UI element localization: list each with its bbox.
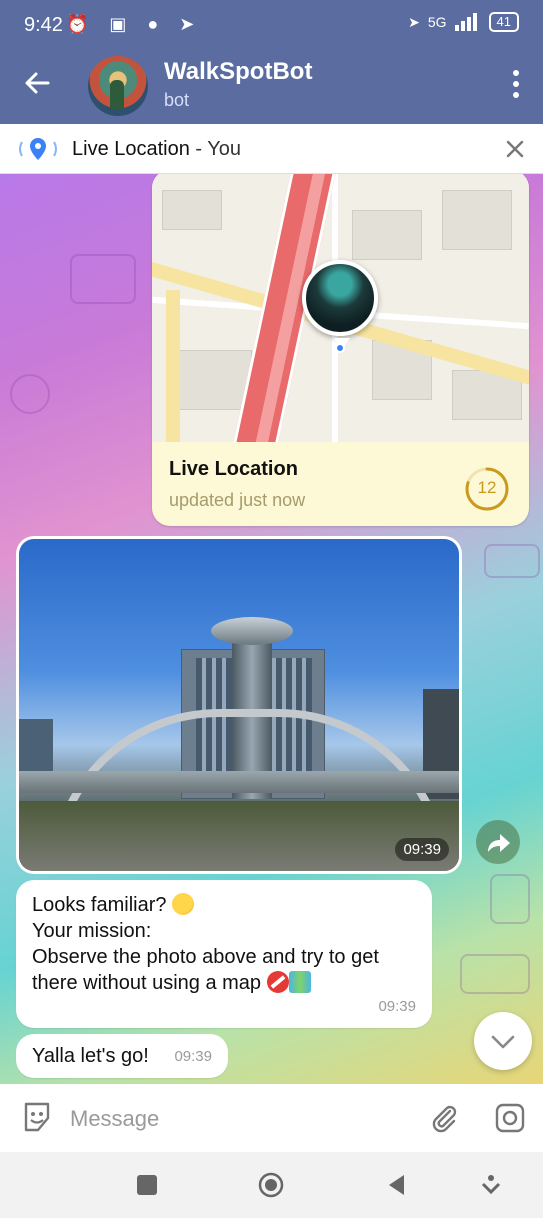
message-composer bbox=[0, 1084, 543, 1152]
incoming-message[interactable]: Yalla let's go! 09:39 bbox=[16, 1034, 228, 1078]
app-header: 9:42 ⏰ ▣ ● ➤ ➤ 5G 41 WalkSpotBot bot bbox=[0, 0, 543, 124]
live-location-card-title: Live Location bbox=[169, 458, 298, 480]
location-dot-icon bbox=[335, 343, 345, 353]
live-location-who: You bbox=[207, 138, 242, 160]
map-preview[interactable] bbox=[152, 174, 529, 442]
background-doodle bbox=[484, 544, 540, 578]
attach-icon[interactable] bbox=[428, 1102, 460, 1134]
chevron-down-icon bbox=[491, 1035, 515, 1049]
message-time: 09:39 bbox=[174, 1048, 212, 1065]
sticker-icon[interactable] bbox=[20, 1100, 54, 1134]
background-doodle bbox=[460, 954, 530, 994]
arrow-left-icon[interactable] bbox=[22, 68, 52, 98]
background-doodle bbox=[10, 374, 50, 414]
more-vert-icon[interactable] bbox=[511, 70, 521, 98]
chat-title[interactable]: WalkSpotBot bbox=[164, 58, 312, 86]
live-location-title: Live Location bbox=[72, 138, 190, 160]
keyboard-hide-icon[interactable] bbox=[478, 1172, 504, 1198]
status-time: 9:42 bbox=[24, 14, 63, 36]
close-icon[interactable] bbox=[503, 137, 527, 161]
background-doodle bbox=[490, 874, 530, 924]
chat-subtitle: bot bbox=[164, 90, 190, 110]
message-time: 09:39 bbox=[378, 998, 416, 1015]
avatar[interactable] bbox=[88, 56, 148, 116]
status-bar: 9:42 ⏰ ▣ ● ➤ ➤ 5G 41 bbox=[0, 0, 543, 52]
live-location-banner[interactable]: Live Location - You bbox=[0, 124, 543, 174]
scroll-down-button[interactable] bbox=[474, 1012, 532, 1070]
live-location-timer[interactable]: 12 bbox=[464, 466, 510, 512]
live-location-label: Live Location - You bbox=[72, 138, 241, 161]
system-icons: ➤ 5G 41 bbox=[408, 12, 519, 32]
timer-value: 12 bbox=[477, 478, 497, 497]
chat-area[interactable]: Live Location updated just now 12 09:39 bbox=[0, 174, 543, 1084]
share-icon[interactable] bbox=[476, 820, 520, 864]
message-input[interactable] bbox=[70, 1104, 410, 1134]
network-label: 5G bbox=[427, 14, 447, 30]
message-text: Looks familiar? Your mission: Observe th… bbox=[32, 892, 416, 996]
signal-icon bbox=[454, 13, 481, 31]
photo-message[interactable]: 09:39 bbox=[16, 536, 462, 874]
live-location-message[interactable]: Live Location updated just now 12 bbox=[152, 174, 529, 526]
back-icon[interactable] bbox=[384, 1172, 410, 1198]
camera-icon[interactable] bbox=[494, 1102, 526, 1134]
system-nav-bar bbox=[0, 1152, 543, 1218]
thinking-face-icon bbox=[172, 893, 195, 915]
recents-icon[interactable] bbox=[134, 1172, 160, 1198]
message-text: Yalla let's go! bbox=[32, 1045, 149, 1067]
user-location-avatar bbox=[302, 260, 378, 350]
photo-time: 09:39 bbox=[395, 838, 449, 861]
notification-icons: ⏰ ▣ ● ➤ bbox=[66, 14, 203, 34]
live-location-updated: updated just now bbox=[169, 490, 306, 510]
live-location-pin-icon bbox=[19, 138, 57, 160]
battery-icon: 41 bbox=[488, 12, 519, 32]
building-photo[interactable]: 09:39 bbox=[19, 539, 459, 871]
location-arrow-icon: ➤ bbox=[408, 13, 420, 30]
live-location-separator: - bbox=[189, 138, 208, 160]
world-map-icon bbox=[288, 971, 311, 993]
message-body: Your mission: Observe the photo above an… bbox=[32, 920, 379, 994]
message-line: Looks familiar? bbox=[32, 894, 173, 916]
home-icon[interactable] bbox=[258, 1172, 284, 1198]
no-entry-icon bbox=[266, 971, 289, 993]
background-doodle bbox=[70, 254, 136, 304]
incoming-message[interactable]: Looks familiar? Your mission: Observe th… bbox=[16, 880, 432, 1028]
